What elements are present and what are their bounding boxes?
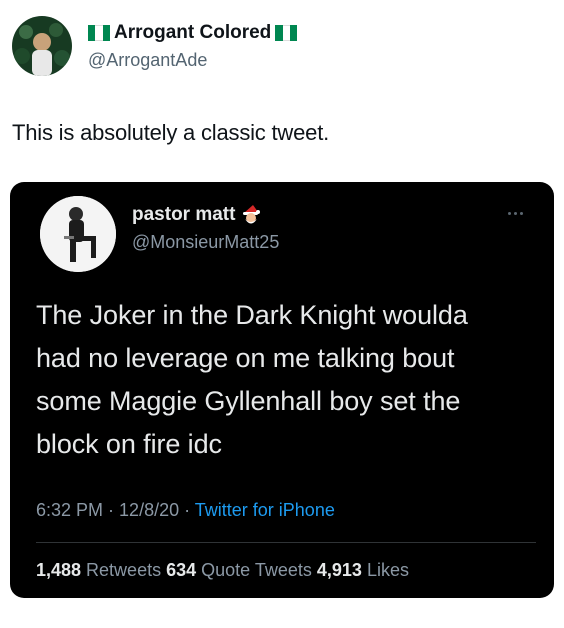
embedded-display-name: pastor matt <box>132 204 261 226</box>
meta-separator: · <box>103 500 120 520</box>
likes-count: 4,913 <box>316 560 362 580</box>
quotes-label: Quote Tweets <box>196 560 317 580</box>
embedded-tweet-meta: 6:32 PM · 12/8/20 · Twitter for iPhone <box>36 500 335 521</box>
outer-tweet-text: This is absolutely a classic tweet. <box>12 120 330 145</box>
tweet-time: 6:32 PM <box>36 500 104 520</box>
outer-display-name[interactable]: Arrogant Colored <box>88 22 298 44</box>
santa-emoji-icon <box>243 205 261 224</box>
outer-handle[interactable]: @ArrogantAde <box>88 50 207 71</box>
embedded-handle: @MonsieurMatt25 <box>132 232 280 252</box>
profile-photo-icon <box>40 196 116 272</box>
divider <box>36 542 536 543</box>
tweet-source: Twitter for iPhone <box>194 500 335 520</box>
embedded-tweet-stats: 1,488 Retweets 634 Quote Tweets 4,913 Li… <box>36 560 409 581</box>
embedded-avatar <box>40 196 116 272</box>
more-options-icon <box>508 208 534 218</box>
tweet-date: 12/8/20 <box>119 500 180 520</box>
embedded-display-name-text: pastor matt <box>132 204 236 225</box>
quotes-count: 634 <box>166 560 197 580</box>
nigeria-flag-icon <box>275 25 298 41</box>
outer-avatar[interactable] <box>12 16 72 76</box>
outer-display-name-text: Arrogant Colored <box>114 22 272 43</box>
profile-photo-icon <box>12 16 72 76</box>
retweets-count: 1,488 <box>36 560 82 580</box>
meta-separator: · <box>179 500 195 520</box>
embedded-tweet-screenshot[interactable]: pastor matt @MonsieurMatt25 The Joker in… <box>10 182 554 598</box>
likes-label: Likes <box>361 560 409 580</box>
embedded-tweet-text: The Joker in the Dark Knight woulda had … <box>36 300 468 459</box>
nigeria-flag-icon <box>88 25 110 41</box>
retweets-label: Retweets <box>81 560 167 580</box>
